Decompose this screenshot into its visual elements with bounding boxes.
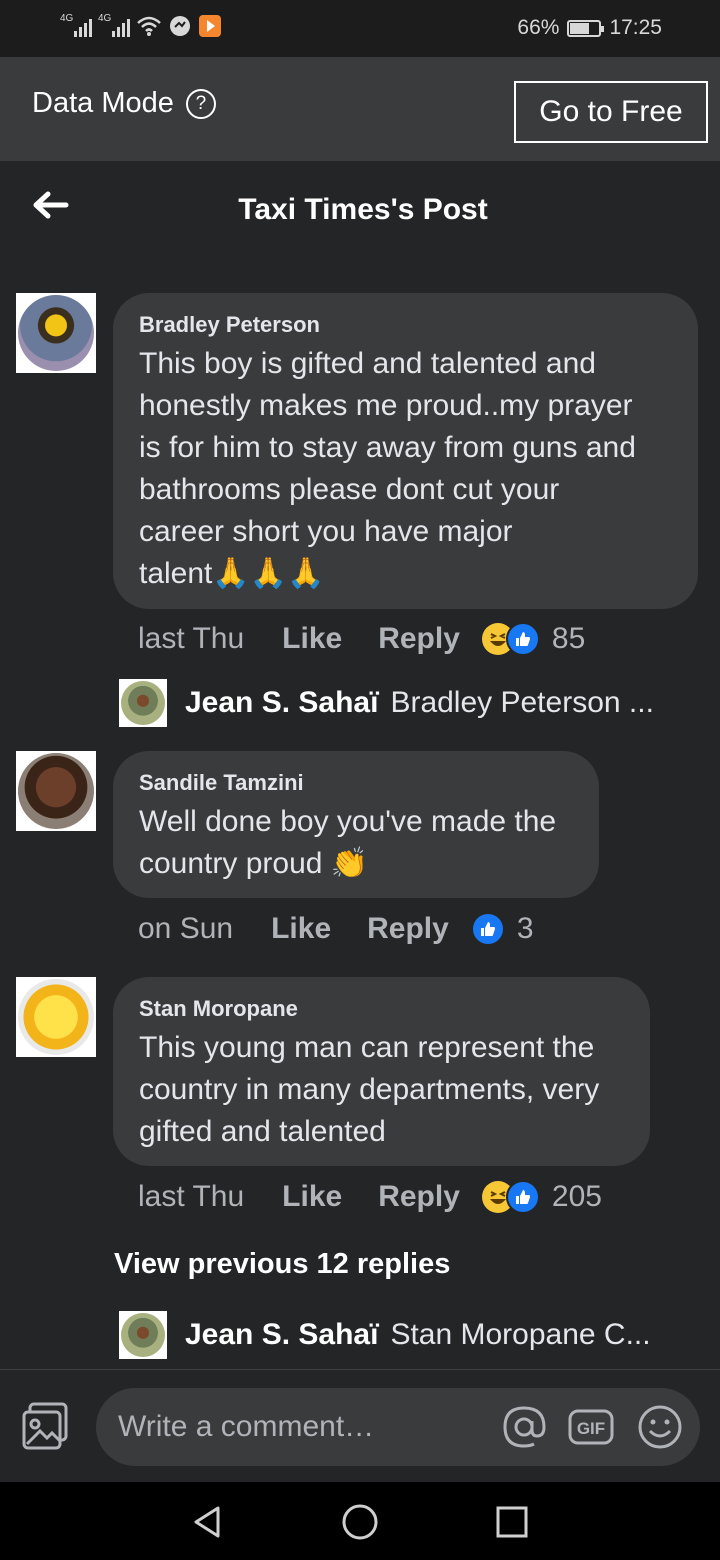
comment-line: gifted and talented	[139, 1115, 386, 1148]
nav-back-icon[interactable]	[188, 1502, 228, 1542]
reply-text: Stan Moropane C...	[390, 1318, 651, 1351]
reply-author[interactable]: Jean S. Sahaï	[185, 1318, 378, 1352]
reply-preview[interactable]: Jean S. Sahaï Bradley Peterson ...	[119, 679, 654, 727]
comment-line: This young man can represent the	[139, 1031, 595, 1064]
wifi-icon	[137, 16, 161, 36]
reaction-count: 3	[516, 912, 534, 945]
signal-icon-1: 4G	[60, 13, 92, 37]
comment-text: Well done boy you've made the country pr…	[139, 801, 573, 885]
avatar-stan-moropane[interactable]	[16, 977, 96, 1057]
comment-time[interactable]: on Sun	[138, 912, 233, 946]
reaction-count: 85	[551, 622, 586, 655]
avatar-sandile-tamzini[interactable]	[16, 751, 96, 831]
comment-line: Well done boy you've made the	[139, 805, 557, 838]
like-reaction-icon	[470, 912, 505, 946]
svg-text:GIF: GIF	[577, 1419, 605, 1438]
post-header: Taxi Times's Post	[0, 161, 720, 257]
clock: 17:25	[609, 16, 662, 39]
reaction-summary[interactable]: 3	[470, 912, 534, 946]
like-button[interactable]: Like	[282, 1180, 342, 1214]
data-mode-bar: Data Mode ? Go to Free	[0, 57, 720, 161]
gif-icon[interactable]: GIF	[567, 1403, 615, 1451]
like-button[interactable]: Like	[271, 912, 331, 946]
comment-author[interactable]: Sandile Tamzini	[139, 769, 573, 797]
comment-line: bathrooms please dont cut your	[139, 473, 560, 506]
comment-line: country proud 👏	[139, 847, 369, 880]
reaction-summary[interactable]: 85	[481, 622, 586, 656]
system-navigation-bar	[0, 1482, 720, 1560]
avatar-jean-sahai[interactable]	[119, 1311, 167, 1359]
like-reaction-icon	[505, 622, 540, 656]
comment-text: This young man can represent the country…	[139, 1027, 624, 1153]
comment-author[interactable]: Stan Moropane	[139, 995, 624, 1023]
reply-preview[interactable]: Jean S. Sahaï Stan Moropane C...	[119, 1311, 651, 1359]
comment-meta: last Thu Like Reply 85	[138, 622, 585, 656]
signal-icon-2: 4G	[98, 13, 130, 37]
reaction-count: 205	[551, 1180, 602, 1213]
battery-icon	[567, 19, 605, 37]
help-icon[interactable]: ?	[185, 88, 216, 119]
page-title: Taxi Times's Post	[238, 193, 488, 226]
like-button[interactable]: Like	[282, 622, 342, 656]
emoji-icon[interactable]	[636, 1403, 684, 1451]
reply-author[interactable]: Jean S. Sahaï	[185, 686, 378, 720]
battery-percent: 66%	[517, 16, 560, 39]
comment-time[interactable]: last Thu	[138, 622, 244, 656]
comment-line: talent🙏🙏🙏	[139, 557, 325, 590]
reply-button[interactable]: Reply	[378, 1180, 460, 1214]
reply-text: Bradley Peterson ...	[390, 686, 654, 719]
comment-bubble[interactable]: Stan Moropane This young man can represe…	[113, 977, 650, 1166]
comment-time[interactable]: last Thu	[138, 1180, 244, 1214]
photo-icon[interactable]	[20, 1400, 72, 1452]
nav-recents-icon[interactable]	[492, 1502, 532, 1542]
comment-meta: on Sun Like Reply 3	[138, 912, 534, 946]
go-to-free-button[interactable]: Go to Free	[514, 81, 708, 143]
mention-icon[interactable]	[500, 1403, 548, 1451]
status-bar: 4G 4G 66% 17:25	[0, 0, 720, 57]
nav-home-icon[interactable]	[340, 1502, 380, 1542]
comment-bubble[interactable]: Bradley Peterson This boy is gifted and …	[113, 293, 698, 609]
avatar-bradley-peterson[interactable]	[16, 293, 96, 373]
comment-text: This boy is gifted and talented and hone…	[139, 343, 672, 595]
comment-composer: GIF	[0, 1369, 720, 1482]
reaction-summary[interactable]: 205	[481, 1180, 602, 1214]
comment-line: country in many departments, very	[139, 1073, 600, 1106]
avatar-jean-sahai[interactable]	[119, 679, 167, 727]
comment-meta: last Thu Like Reply 205	[138, 1180, 602, 1214]
data-mode-toggle[interactable]: Data Mode ?	[32, 87, 216, 120]
comment-author[interactable]: Bradley Peterson	[139, 311, 672, 339]
comment-line: This boy is gifted and talented and	[139, 347, 596, 380]
view-previous-replies-link[interactable]: View previous 12 replies	[114, 1248, 450, 1281]
comment-line: career short you have major	[139, 515, 513, 548]
reply-button[interactable]: Reply	[367, 912, 449, 946]
comment-bubble[interactable]: Sandile Tamzini Well done boy you've mad…	[113, 751, 599, 898]
comment-line: is for him to stay away from guns and	[139, 431, 636, 464]
reply-button[interactable]: Reply	[378, 622, 460, 656]
like-reaction-icon	[505, 1180, 540, 1214]
data-saver-icon	[170, 16, 190, 36]
play-store-icon	[199, 15, 221, 37]
data-mode-label: Data Mode	[32, 87, 174, 119]
comment-line: honestly makes me proud..my prayer	[139, 389, 633, 422]
